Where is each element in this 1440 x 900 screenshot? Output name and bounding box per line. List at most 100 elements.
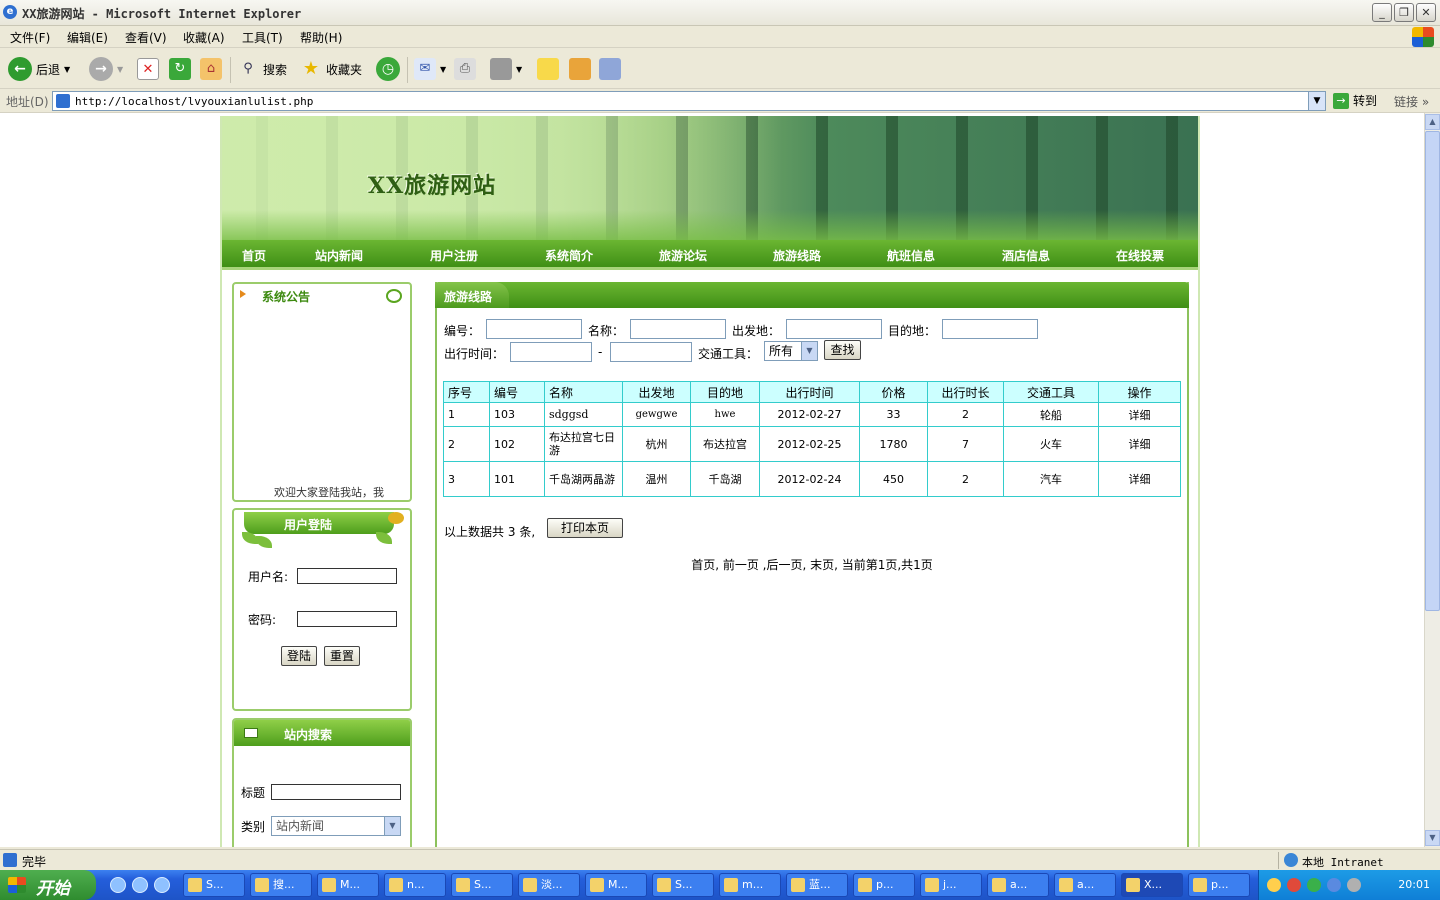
tray-icon[interactable] [1267,878,1281,892]
password-input[interactable] [297,611,397,627]
menu-favorites[interactable]: 收藏(A) [183,29,225,46]
home-button[interactable]: ⌂ [200,55,222,83]
tray-icon[interactable] [1347,878,1361,892]
favorites-button[interactable]: ★ 收藏夹 [300,55,362,83]
tray-icon[interactable] [1287,878,1301,892]
pager[interactable]: 首页, 前一页 ,后一页, 末页, 当前第1页,共1页 [437,556,1187,573]
ie-quicklaunch-icon[interactable] [110,877,126,893]
name-label: 名称： [588,324,625,338]
from-input[interactable] [786,319,882,339]
history-button[interactable]: ◷ [376,55,400,83]
forward-button[interactable]: → ▼ [89,55,123,83]
taskbar-task-button[interactable]: a... [1054,873,1116,897]
nav-home[interactable]: 首页 [242,247,266,264]
taskbar-task-button[interactable]: S... [451,873,513,897]
vertical-scrollbar[interactable]: ▲ ▼ [1424,113,1440,847]
taskbar-task-button[interactable]: S... [652,873,714,897]
forward-dropdown-icon[interactable]: ▼ [117,65,123,74]
edit-dropdown-icon[interactable]: ▼ [516,65,522,74]
edit-button[interactable]: ▼ [490,55,522,83]
tray-icon[interactable] [1307,878,1321,892]
code-input[interactable] [486,319,582,339]
bee-icon [388,512,404,524]
nav-vote[interactable]: 在线投票 [1116,247,1164,264]
transport-select[interactable]: 所有 ▼ [764,341,818,361]
maximize-button[interactable]: ❐ [1394,3,1414,22]
col-price: 价格 [859,381,928,403]
nav-register[interactable]: 用户注册 [430,247,478,264]
taskbar-task-button[interactable]: 淡... [518,873,580,897]
find-button[interactable]: 查找 [824,340,861,360]
menu-help[interactable]: 帮助(H) [300,29,342,46]
taskbar-task-button[interactable]: j... [920,873,982,897]
notice-marquee: 欢迎大家登陆我站，我 [274,486,384,499]
discuss-button[interactable] [537,55,559,83]
messenger-button[interactable] [599,55,621,83]
nav-routes[interactable]: 旅游线路 [773,247,821,264]
scroll-up-icon[interactable]: ▲ [1425,114,1440,130]
menu-view[interactable]: 查看(V) [125,29,167,46]
date-end-input[interactable] [610,342,692,362]
cell-transport: 火车 [1003,426,1099,462]
transport-label: 交通工具： [698,347,759,361]
login-button[interactable]: 登陆 [281,646,317,666]
taskbar-task-button[interactable]: 搜... [250,873,312,897]
from-label: 出发地： [732,324,781,338]
taskbar-task-button[interactable]: p... [853,873,915,897]
detail-link[interactable]: 详细 [1098,426,1181,462]
mail-button[interactable]: ✉ ▼ [414,55,446,83]
date-start-input[interactable] [510,342,592,362]
back-button[interactable]: ← 后退 ▼ [8,55,70,83]
star-icon: ★ [302,58,320,79]
minimize-button[interactable]: _ [1372,3,1392,22]
search-category-select[interactable]: 站内新闻 ▼ [271,816,401,836]
taskbar-task-button[interactable]: p... [1188,873,1250,897]
name-input[interactable] [630,319,726,339]
menu-file[interactable]: 文件(F) [10,29,50,46]
taskbar-task-button[interactable]: X... [1121,873,1183,897]
go-label: 转到 [1353,94,1378,108]
tray-icon[interactable] [1327,878,1341,892]
scroll-down-icon[interactable]: ▼ [1425,830,1440,846]
search-title-input[interactable] [271,784,401,800]
address-label: 地址(D) [6,95,49,109]
scroll-thumb[interactable] [1425,131,1440,611]
taskbar-task-button[interactable]: S... [183,873,245,897]
taskbar-task-button[interactable]: m... [719,873,781,897]
username-input[interactable] [297,568,397,584]
links-button[interactable]: 链接 » [1394,93,1429,110]
detail-link[interactable]: 详细 [1098,461,1181,497]
taskbar-task-button[interactable]: M... [585,873,647,897]
menu-edit[interactable]: 编辑(E) [67,29,108,46]
print-button[interactable]: ⎙ [454,55,476,83]
address-dropdown-icon[interactable]: ▼ [1308,92,1325,110]
nav-hotels[interactable]: 酒店信息 [1002,247,1050,264]
col-to: 目的地 [690,381,760,403]
taskbar-task-button[interactable]: n... [384,873,446,897]
taskbar-task-button[interactable]: 蓝... [786,873,848,897]
nav-news[interactable]: 站内新闻 [315,247,363,264]
address-input[interactable]: http://localhost/lvyouxianlulist.php ▼ [52,91,1326,111]
taskbar-task-button[interactable]: a... [987,873,1049,897]
nav-flights[interactable]: 航班信息 [887,247,935,264]
start-button[interactable]: 开始 [0,870,96,900]
detail-link[interactable]: 详细 [1098,402,1181,427]
taskbar-task-button[interactable]: M... [317,873,379,897]
menu-tools[interactable]: 工具(T) [242,29,283,46]
nav-forum[interactable]: 旅游论坛 [659,247,707,264]
to-input[interactable] [942,319,1038,339]
go-button[interactable]: → 转到 [1333,92,1377,109]
stop-button[interactable]: ✕ [137,55,159,83]
back-dropdown-icon[interactable]: ▼ [64,65,70,74]
quicklaunch-icon[interactable] [154,877,170,893]
mail-dropdown-icon[interactable]: ▼ [440,65,446,74]
reset-button[interactable]: 重置 [324,646,360,666]
search-button[interactable]: ⚲ 搜索 [237,55,287,83]
close-button[interactable]: ✕ [1416,3,1436,22]
refresh-button[interactable]: ↻ [169,55,191,83]
print-page-button[interactable]: 打印本页 [547,518,623,538]
quicklaunch-icon[interactable] [132,877,148,893]
nav-about[interactable]: 系统简介 [545,247,593,264]
title-bar: e XX旅游网站 - Microsoft Internet Explorer _… [0,0,1440,26]
research-button[interactable] [569,55,591,83]
